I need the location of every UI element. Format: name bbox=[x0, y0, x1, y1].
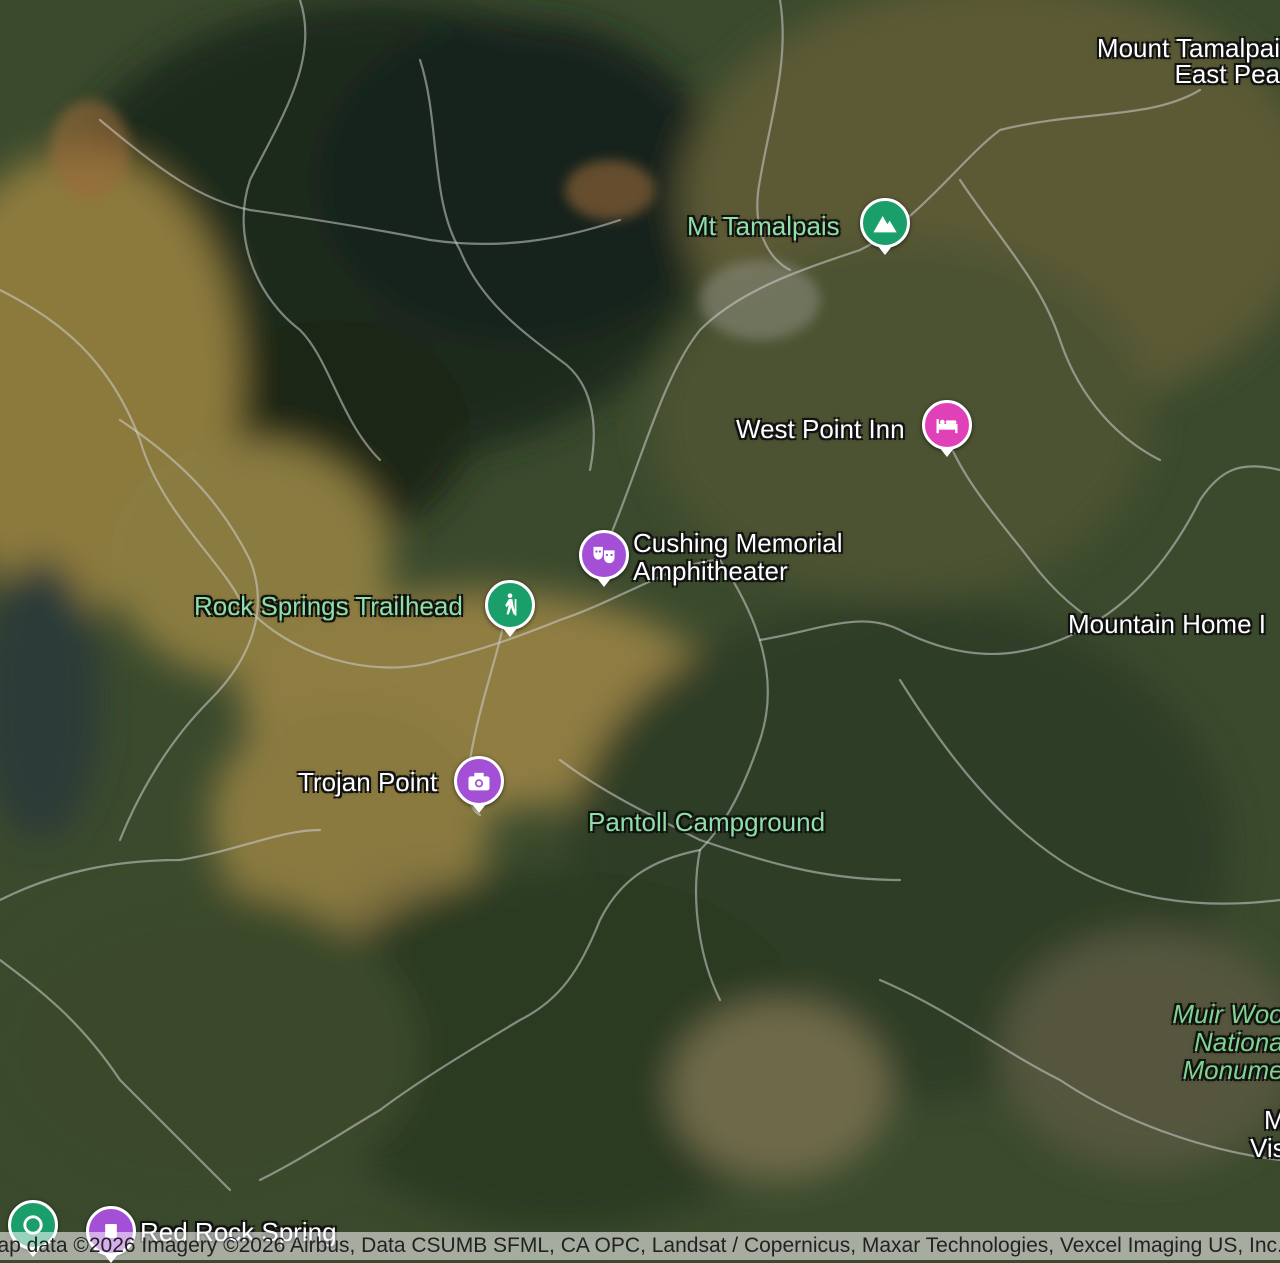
poi-pin-rock-springs-trailhead[interactable] bbox=[485, 580, 535, 630]
camera-icon bbox=[468, 772, 490, 791]
label-line: M bbox=[1264, 1105, 1280, 1135]
poi-pin-cushing-amphitheater[interactable] bbox=[579, 530, 629, 580]
label-pantoll-campground[interactable]: Pantoll Campground bbox=[588, 808, 825, 836]
label-cushing-memorial-amphitheater[interactable]: Cushing Memorial Amphitheater bbox=[633, 529, 843, 585]
poi-pin-trojan-point[interactable] bbox=[454, 756, 504, 806]
label-mt-tamalpais[interactable]: Mt Tamalpais bbox=[687, 212, 840, 240]
bed-icon bbox=[936, 419, 958, 434]
hiker-icon bbox=[505, 593, 517, 616]
poi-pin-west-point-inn[interactable] bbox=[922, 400, 972, 450]
map-attribution: Map data ©2026 Imagery ©2026 Airbus, Dat… bbox=[0, 1232, 1280, 1260]
label-line: Cushing Memorial bbox=[633, 528, 843, 558]
label-visitor-center[interactable]: M Vis bbox=[1244, 1106, 1280, 1162]
poi-pin-mt-tamalpais[interactable] bbox=[860, 198, 910, 248]
theater-masks-icon bbox=[593, 546, 615, 564]
label-muir-woods-national-monument[interactable]: Muir Woo Nationa Monume bbox=[1172, 1000, 1280, 1084]
label-rock-springs-trailhead[interactable]: Rock Springs Trailhead bbox=[194, 592, 463, 620]
label-trojan-point[interactable]: Trojan Point bbox=[298, 768, 437, 796]
label-line: East Pea bbox=[1174, 59, 1280, 89]
label-west-point-inn[interactable]: West Point Inn bbox=[736, 415, 905, 443]
label-line: Nationa bbox=[1194, 1027, 1280, 1057]
mountain-icon bbox=[873, 216, 897, 233]
label-line: Amphitheater bbox=[633, 556, 788, 586]
label-line: Mount Tamalpai bbox=[1096, 33, 1280, 63]
label-line: Monume bbox=[1182, 1055, 1280, 1085]
label-mountain-home[interactable]: Mountain Home I bbox=[1068, 610, 1266, 638]
label-mount-tamalpais-east-peak[interactable]: Mount Tamalpai East Pea bbox=[1097, 34, 1280, 88]
label-line: Muir Woo bbox=[1172, 999, 1280, 1029]
label-line: Vis bbox=[1250, 1133, 1280, 1163]
